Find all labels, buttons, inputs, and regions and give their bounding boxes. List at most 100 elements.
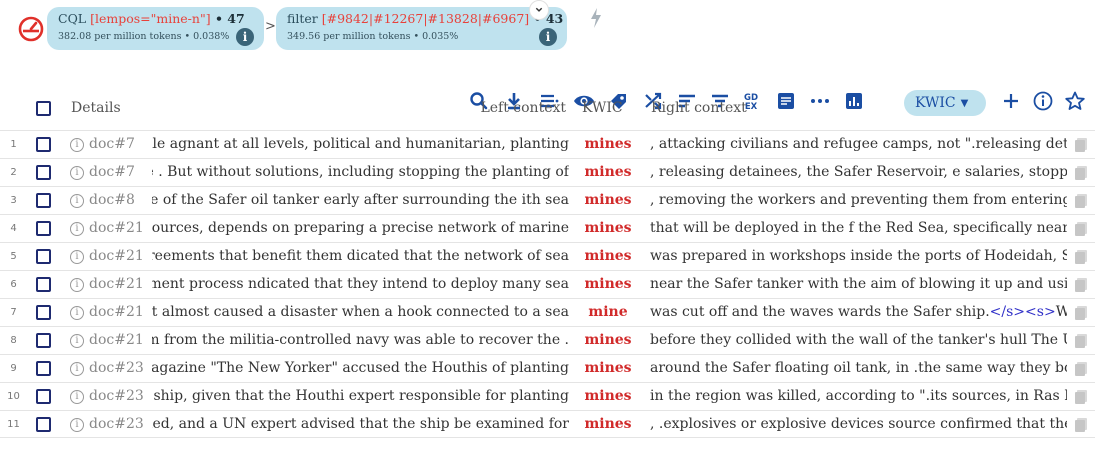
- app-logo-icon[interactable]: [18, 16, 44, 42]
- copy-icon[interactable]: [1074, 193, 1088, 209]
- right-context[interactable]: , .explosives or explosive devices sourc…: [650, 416, 1067, 432]
- left-context[interactable]: a team from the militia-controlled navy …: [152, 332, 569, 348]
- doc-link[interactable]: i doc#21: [70, 220, 144, 236]
- kwic-keyword[interactable]: mines: [573, 388, 643, 404]
- left-context[interactable]: ><s>It almost caused a disaster when a h…: [152, 304, 569, 320]
- doc-link[interactable]: i doc#7: [70, 136, 135, 152]
- right-context[interactable]: , attacking civilians and refugee camps,…: [650, 136, 1067, 152]
- doc-link[interactable]: i doc#23: [70, 360, 144, 376]
- doc-link[interactable]: i doc#8: [70, 192, 135, 208]
- copy-icon[interactable]: [1074, 221, 1088, 237]
- copy-icon[interactable]: [1074, 361, 1088, 377]
- row-checkbox[interactable]: [36, 277, 51, 292]
- query-count: • 47: [210, 11, 245, 26]
- doc-link[interactable]: i doc#21: [70, 248, 144, 264]
- close-icon[interactable]: [529, 0, 549, 20]
- info-icon[interactable]: i: [70, 138, 84, 152]
- row-checkbox[interactable]: [36, 165, 51, 180]
- table-row[interactable]: 3 i doc#8 the file of the Safer oil tanke…: [0, 186, 1095, 214]
- row-checkbox[interactable]: [36, 389, 51, 404]
- right-context[interactable]: was prepared in workshops inside the por…: [650, 248, 1067, 264]
- row-checkbox[interactable]: [36, 193, 51, 208]
- info-icon[interactable]: i: [70, 390, 84, 404]
- info-icon[interactable]: i: [70, 194, 84, 208]
- kwic-keyword[interactable]: mines: [573, 332, 643, 348]
- right-context[interactable]: around the Safer floating oil tank, in .…: [650, 360, 1067, 376]
- row-checkbox[interactable]: [36, 249, 51, 264]
- table-row[interactable]: 5 i doc#21 de agreements that benefit the…: [0, 242, 1095, 270]
- table-row[interactable]: 7 idoc#21 ><s>It almost caused a disaste…: [0, 298, 1095, 326]
- table-row[interactable]: 9 i doc#23 s n magazine "The New Yorker" …: [0, 354, 1095, 382]
- doc-link[interactable]: i doc#23: [70, 388, 144, 404]
- right-context[interactable]: , removing the workers and preventing th…: [650, 192, 1067, 208]
- copy-icon[interactable]: [1074, 165, 1088, 181]
- info-icon[interactable]: i: [70, 334, 84, 348]
- header-kwic[interactable]: KWIC: [582, 100, 623, 116]
- table-row[interactable]: 4 i doc#21 the sources, depends on prepar…: [0, 214, 1095, 242]
- kwic-keyword[interactable]: mines: [573, 136, 643, 152]
- left-context[interactable]: de agreements that benefit them dicated …: [152, 248, 569, 264]
- kwic-keyword[interactable]: mines: [573, 220, 643, 236]
- doc-link[interactable]: i doc#21: [70, 276, 144, 292]
- table-row[interactable]: 10 i doc#23 s the ship, given that the Ho…: [0, 382, 1095, 410]
- left-context[interactable]: the sources, depends on preparing a prec…: [152, 220, 569, 236]
- table-row[interactable]: 6 i doc#21 eployment process ndicated tha…: [0, 270, 1095, 298]
- right-context[interactable]: was cut off and the waves wards the Safe…: [650, 304, 1067, 320]
- info-icon[interactable]: i: [70, 362, 84, 376]
- left-context[interactable]: come . But without solutions, including …: [152, 164, 569, 180]
- left-context[interactable]: appened, and a UN expert advised that th…: [152, 416, 569, 432]
- row-checkbox[interactable]: [36, 417, 51, 432]
- table-row[interactable]: 2 i doc#7 come . But without solutions, i…: [0, 158, 1095, 186]
- info-icon[interactable]: i: [70, 278, 84, 292]
- kwic-keyword[interactable]: mines: [573, 360, 643, 376]
- left-context[interactable]: s the ship, given that the Houthi expert…: [152, 388, 569, 404]
- kwic-keyword[interactable]: mines: [573, 192, 643, 208]
- right-context[interactable]: , releasing detainees, the Safer Reservo…: [650, 164, 1067, 180]
- row-checkbox[interactable]: [36, 361, 51, 376]
- info-icon[interactable]: i: [70, 222, 84, 236]
- left-context[interactable]: eployment process ndicated that they int…: [152, 276, 569, 292]
- copy-icon[interactable]: [1074, 389, 1088, 405]
- copy-icon[interactable]: [1074, 417, 1088, 433]
- info-icon[interactable]: i: [236, 28, 254, 46]
- left-context[interactable]: the file of the Safer oil tanker early a…: [152, 192, 569, 208]
- left-context[interactable]: eni file agnant at all levels, political…: [152, 136, 569, 152]
- select-all-checkbox[interactable]: [36, 101, 51, 116]
- row-checkbox[interactable]: [36, 305, 51, 320]
- kwic-keyword[interactable]: mines: [573, 164, 643, 180]
- right-context[interactable]: before they collided with the wall of th…: [650, 332, 1067, 348]
- kwic-keyword[interactable]: mine: [573, 304, 643, 320]
- doc-link[interactable]: i doc#21: [70, 304, 144, 320]
- kwic-keyword[interactable]: mines: [573, 276, 643, 292]
- right-context[interactable]: near the Safer tanker with the aim of bl…: [650, 276, 1067, 292]
- row-checkbox[interactable]: [36, 221, 51, 236]
- doc-link[interactable]: i doc#21: [70, 332, 144, 348]
- table-row[interactable]: 1 i doc#7 eni file agnant at all levels, …: [0, 130, 1095, 158]
- info-icon[interactable]: i: [539, 28, 557, 46]
- row-checkbox[interactable]: [36, 137, 51, 152]
- info-icon[interactable]: i: [70, 306, 84, 320]
- query-bubble-cql[interactable]: CQL [lempos="mine-n"] • 47 382.08 per mi…: [47, 7, 264, 50]
- left-context[interactable]: s n magazine "The New Yorker" accused th…: [152, 360, 569, 376]
- info-icon[interactable]: i: [70, 250, 84, 264]
- doc-link[interactable]: i doc#7: [70, 164, 135, 180]
- copy-icon[interactable]: [1074, 137, 1088, 153]
- right-context[interactable]: that will be deployed in the f the Red S…: [650, 220, 1067, 236]
- copy-icon[interactable]: [1074, 277, 1088, 293]
- header-right-context[interactable]: Right context: [651, 100, 747, 116]
- row-checkbox[interactable]: [36, 333, 51, 348]
- kwic-keyword[interactable]: mines: [573, 416, 643, 432]
- lightning-icon[interactable]: [589, 7, 603, 29]
- doc-link[interactable]: i doc#23: [70, 416, 144, 432]
- query-bubble-filter[interactable]: filter [#9842|#12267|#13828|#6967] • 43 …: [276, 7, 567, 50]
- right-context[interactable]: in the region was killed, according to "…: [650, 388, 1067, 404]
- header-left-context[interactable]: Left context: [470, 100, 566, 116]
- kwic-keyword[interactable]: mines: [573, 248, 643, 264]
- copy-icon[interactable]: [1074, 333, 1088, 349]
- info-icon[interactable]: i: [70, 166, 84, 180]
- copy-icon[interactable]: [1074, 305, 1088, 321]
- table-row[interactable]: 11 i doc#23 appened, and a UN expert advi…: [0, 410, 1095, 438]
- table-row[interactable]: 8 i doc#21 a team from the militia-contro…: [0, 326, 1095, 354]
- info-icon[interactable]: i: [70, 418, 84, 432]
- copy-icon[interactable]: [1074, 249, 1088, 265]
